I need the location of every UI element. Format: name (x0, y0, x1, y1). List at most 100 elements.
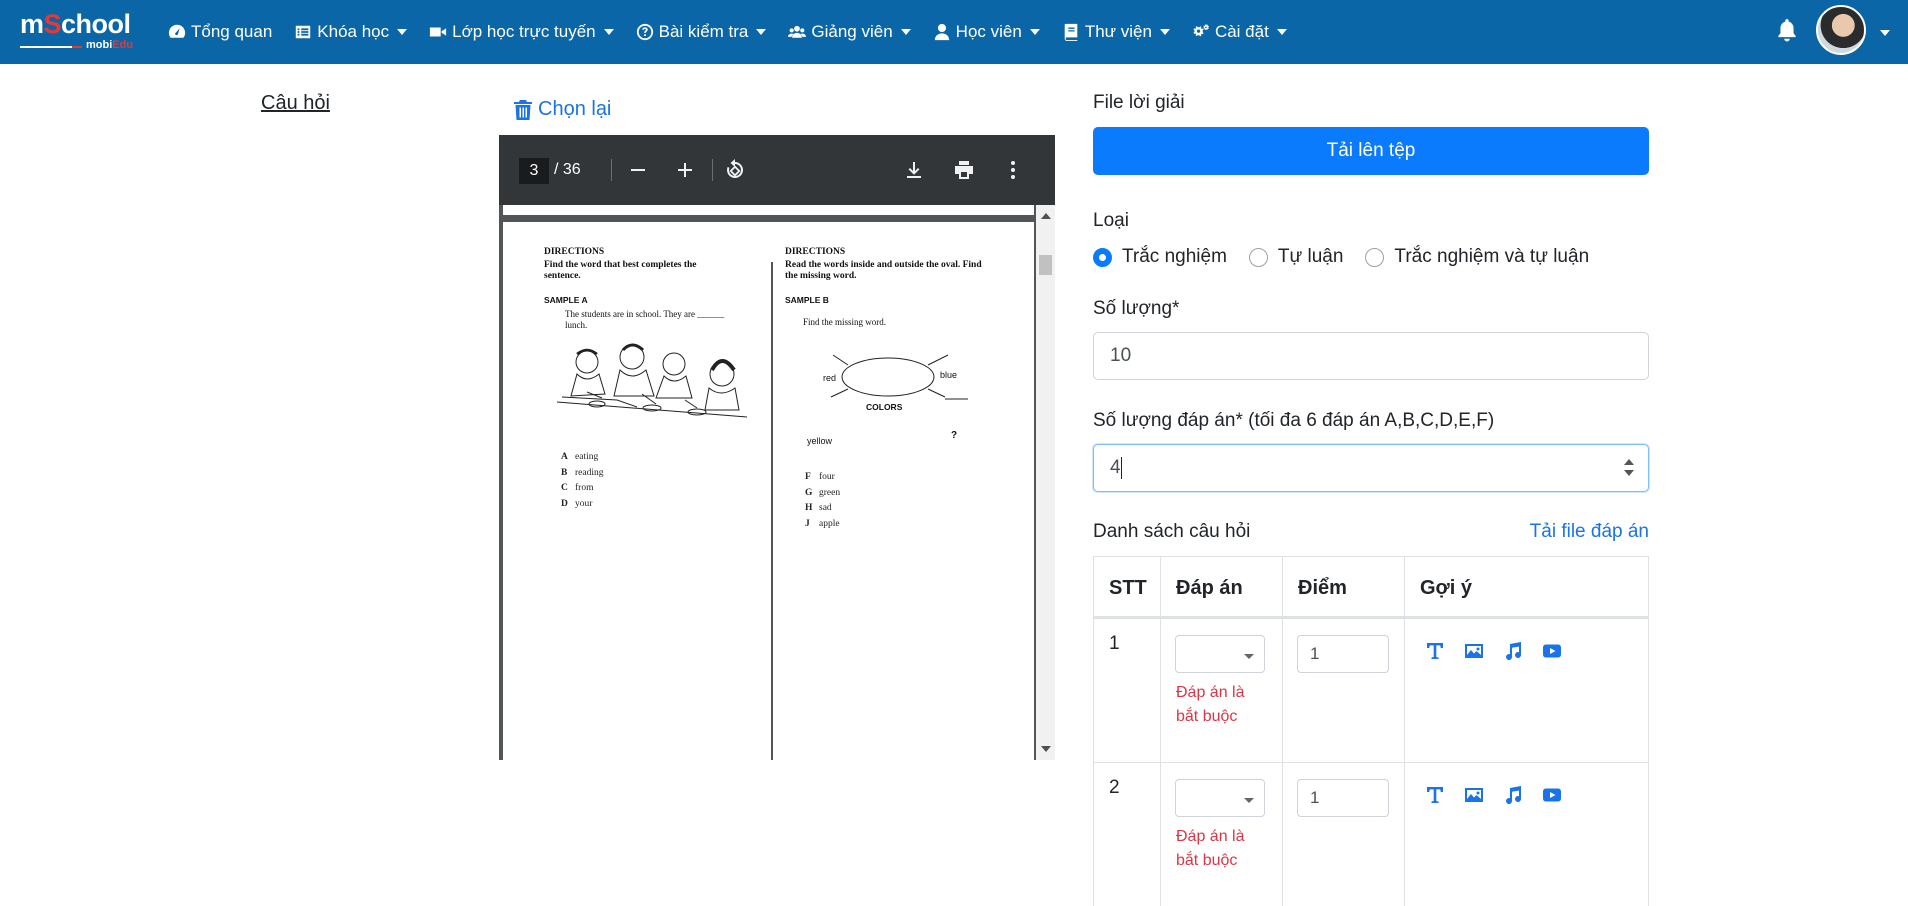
chevron-down-icon (397, 29, 408, 35)
print-icon[interactable] (951, 157, 977, 183)
nav-online-class[interactable]: Lớp học trực tuyến (429, 22, 614, 42)
option-b: Breading (561, 468, 604, 478)
answer-select[interactable] (1175, 635, 1265, 673)
quantity-label: Số lượng* (1093, 298, 1180, 319)
download-icon[interactable] (901, 157, 927, 183)
main-menu: Tổng quan Khóa học Lớp học trực tuyến Bà… (168, 0, 1309, 64)
answer-count-value: 4 (1110, 457, 1121, 478)
option-d: Dyour (561, 499, 593, 509)
nav-students[interactable]: Học viên (933, 22, 1040, 42)
mschool-logo[interactable]: mSchool mobiEdu (20, 10, 140, 52)
right-directions: DIRECTIONS (785, 247, 846, 257)
answer-select[interactable] (1175, 779, 1265, 817)
text-icon[interactable] (1425, 785, 1445, 805)
nav-courses-label: Khóa học (317, 22, 390, 41)
video-icon (430, 27, 447, 37)
nav-library[interactable]: Thư viện (1062, 22, 1170, 42)
text-icon[interactable] (1425, 641, 1445, 661)
text-cursor (1120, 456, 1122, 479)
answer-required-error: Đáp án là bắt buộc (1176, 684, 1245, 725)
pdf-page: DIRECTIONS Find the word that best compl… (503, 222, 1034, 760)
number-spinner[interactable] (1624, 457, 1634, 479)
nav-courses[interactable]: Khóa học (294, 22, 408, 42)
pdf-scrollbar[interactable] (1036, 205, 1055, 760)
chevron-down-icon (756, 29, 767, 35)
header-score: Điểm (1283, 557, 1405, 616)
radio-button[interactable] (1365, 247, 1385, 267)
header-stt: STT (1094, 557, 1161, 616)
music-icon[interactable] (1503, 785, 1523, 805)
nav-students-label: Học viên (955, 22, 1022, 41)
youtube-icon[interactable] (1542, 641, 1562, 661)
page-number-input[interactable]: 3 (519, 158, 549, 184)
right-instruction: Read the words inside and outside the ov… (785, 260, 982, 281)
type-radio-group: Trắc nghiệm Tự luận Trắc nghiệm và tự lu… (1093, 246, 1611, 268)
sample-a-sentence: The students are in school. They are ___… (565, 309, 725, 330)
nav-settings[interactable]: Cài đặt (1192, 22, 1287, 42)
score-input[interactable]: 1 (1297, 635, 1389, 673)
score-input[interactable]: 1 (1297, 779, 1389, 817)
left-instruction: Find the word that best completes the se… (544, 260, 697, 281)
column-divider (771, 262, 773, 760)
radio-mixed[interactable]: Trắc nghiệm và tự luận (1365, 246, 1589, 268)
sample-a-label: SAMPLE A (544, 295, 588, 305)
option-a: Aeating (561, 452, 599, 462)
youtube-icon[interactable] (1542, 785, 1562, 805)
spinner-up-icon[interactable] (1624, 459, 1634, 465)
oval-word-yellow: yellow (807, 436, 833, 446)
option-h: Hsad (805, 503, 832, 513)
image-icon[interactable] (1464, 641, 1484, 661)
reset-file-button[interactable]: Chọn lại (514, 98, 611, 121)
table-row: 1 Đáp án là bắt buộc 1 (1094, 618, 1648, 762)
user-avatar[interactable] (1816, 5, 1866, 55)
chevron-down-icon[interactable] (1880, 30, 1890, 36)
zoom-out-icon[interactable] (625, 157, 651, 183)
type-label: Loại (1093, 210, 1129, 231)
nav-teachers-label: Giảng viên (811, 22, 893, 41)
rotate-icon[interactable] (722, 157, 748, 183)
sample-b-sentence: Find the missing word. (803, 317, 887, 327)
scroll-up-arrow-icon[interactable] (1041, 213, 1051, 219)
radio-multiple-choice[interactable]: Trắc nghiệm (1093, 246, 1227, 268)
score-cell: 1 (1283, 619, 1405, 762)
users-icon (788, 25, 807, 38)
list-icon (296, 25, 311, 39)
zoom-in-icon[interactable] (672, 157, 698, 183)
nav-dashboard[interactable]: Tổng quan (168, 22, 272, 42)
oval-word-missing: ? (951, 430, 958, 441)
radio-button-selected[interactable] (1093, 247, 1112, 267)
spinner-down-icon[interactable] (1624, 470, 1634, 476)
music-icon[interactable] (1503, 641, 1523, 661)
pdf-toolbar: 3 / 36 (499, 135, 1055, 205)
question-circle-icon (636, 23, 653, 41)
option-f: Ffour (805, 472, 835, 482)
scroll-thumb[interactable] (1039, 255, 1052, 275)
scroll-down-arrow-icon[interactable] (1041, 746, 1051, 752)
image-icon[interactable] (1464, 785, 1484, 805)
download-answer-file-link[interactable]: Tải file đáp án (1530, 521, 1649, 543)
nav-teachers[interactable]: Giảng viên (788, 22, 911, 42)
answer-cell: Đáp án là bắt buộc (1161, 619, 1283, 762)
logo-subtext: mobiEdu (20, 39, 140, 53)
nav-library-label: Thư viện (1084, 22, 1152, 41)
pdf-viewer[interactable]: 3 / 36 DIRECTIONS Find the word that bes… (499, 135, 1055, 760)
notification-bell-icon[interactable] (1776, 18, 1798, 42)
answer-count-input[interactable]: 4 (1093, 444, 1649, 492)
nav-tests[interactable]: Bài kiểm tra (636, 22, 767, 42)
header-hint: Gợi ý (1420, 577, 1473, 599)
quantity-input[interactable]: 10 (1093, 332, 1649, 380)
table-row: 2 Đáp án là bắt buộc 1 (1094, 762, 1648, 906)
option-j: Japple (805, 519, 840, 529)
header-answer: Đáp án (1161, 557, 1283, 616)
book-icon (1064, 23, 1078, 41)
nav-settings-label: Cài đặt (1214, 22, 1269, 41)
more-options-icon[interactable] (1000, 157, 1026, 183)
left-directions: DIRECTIONS (544, 247, 605, 257)
upload-file-button[interactable]: Tải lên tệp (1093, 127, 1649, 175)
chevron-down-icon (603, 29, 614, 35)
oval-center-word: COLORS (866, 402, 903, 412)
radio-button[interactable] (1248, 247, 1268, 267)
page-total: / 36 (554, 161, 581, 178)
radio-essay[interactable]: Tự luận (1248, 246, 1343, 268)
table-header-row: STT Đáp án Điểm Gợi ý (1094, 556, 1648, 618)
